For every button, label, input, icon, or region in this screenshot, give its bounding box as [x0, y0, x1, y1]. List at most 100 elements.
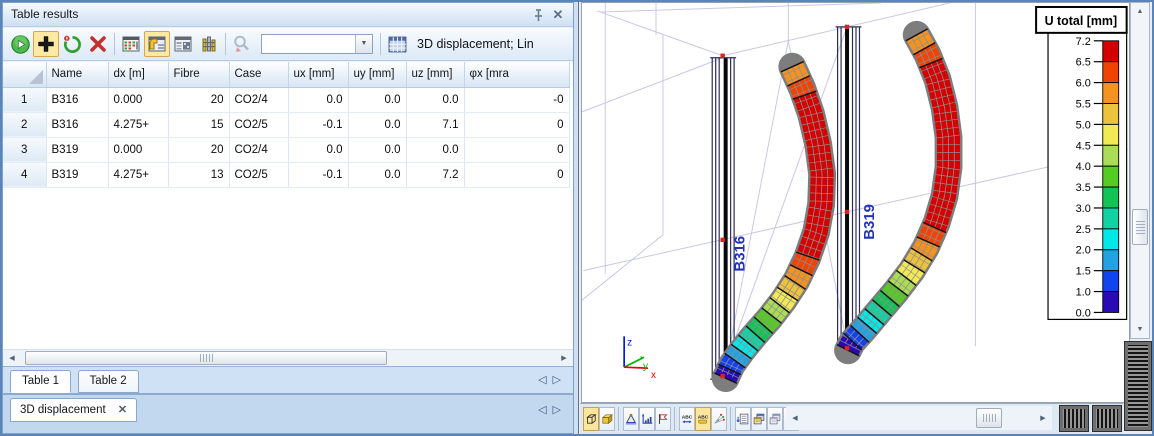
show-supports-button[interactable]: [623, 407, 639, 431]
cell-case[interactable]: CO2/4: [229, 87, 289, 113]
beam-label-b319[interactable]: B319: [861, 204, 878, 240]
group-columns-button[interactable]: [196, 31, 222, 57]
search-button[interactable]: [229, 31, 255, 57]
cell-name[interactable]: B316: [46, 87, 109, 113]
select-all-corner[interactable]: [3, 62, 47, 88]
nav-left-icon[interactable]: ◁: [538, 374, 552, 386]
col-header-name[interactable]: Name: [46, 62, 109, 88]
col-header-fibre[interactable]: Fibre: [168, 62, 230, 88]
nav-right-icon[interactable]: ▷: [553, 404, 567, 416]
vertical-splitter-handle[interactable]: [1124, 341, 1152, 431]
tab-3d-displacement[interactable]: 3D displacement ✕: [10, 398, 138, 422]
minimized-window-handle[interactable]: [1092, 405, 1122, 432]
cell-dx[interactable]: 4.275+: [108, 112, 169, 138]
col-header-uy[interactable]: uy [mm]: [348, 62, 407, 88]
tab-nav-arrows[interactable]: ◁▷: [538, 373, 567, 386]
cell-ux[interactable]: -0.1: [288, 162, 349, 188]
cell-uz[interactable]: 7.2: [406, 162, 465, 188]
pin-icon[interactable]: [529, 6, 547, 24]
table-window-button[interactable]: [751, 407, 767, 431]
doc-nav-arrows[interactable]: ◁▷: [538, 403, 567, 416]
preview-report-button[interactable]: [735, 407, 751, 431]
tab-table-2[interactable]: Table 2: [77, 370, 139, 393]
render-wireframe-button[interactable]: [583, 407, 599, 431]
close-icon[interactable]: ✕: [549, 6, 567, 24]
col-header-dx[interactable]: dx [m]: [108, 62, 169, 88]
scroll-right-icon[interactable]: ▶: [1035, 411, 1051, 425]
col-header-uz[interactable]: uz [mm]: [406, 62, 465, 88]
cell-ux[interactable]: -0.1: [288, 112, 349, 138]
row-number[interactable]: 3: [3, 137, 47, 163]
table-window-2-button[interactable]: [767, 407, 783, 431]
scroll-left-icon[interactable]: ◀: [4, 351, 20, 365]
cell-phix[interactable]: 0: [464, 112, 570, 138]
cell-phix[interactable]: -0: [464, 87, 570, 113]
table-row[interactable]: 2 B316 4.275+ 15 CO2/5 -0.1 0.0 7.1 0: [3, 112, 570, 138]
row-number[interactable]: 2: [3, 112, 47, 138]
table-layout-button[interactable]: [144, 31, 170, 57]
cell-dx[interactable]: 0.000: [108, 137, 169, 163]
show-descriptions-button[interactable]: ABC: [679, 407, 695, 431]
cell-ux[interactable]: 0.0: [288, 137, 349, 163]
table-style-button[interactable]: [170, 31, 196, 57]
show-labels-button[interactable]: ABC: [695, 407, 711, 431]
cell-phix[interactable]: 0: [464, 137, 570, 163]
col-header-phix[interactable]: φx [mra: [464, 62, 570, 88]
cell-uy[interactable]: 0.0: [348, 112, 407, 138]
beam-label-b316[interactable]: B316: [732, 236, 749, 272]
tab-close-icon[interactable]: ✕: [118, 404, 127, 416]
filter-combobox[interactable]: ▼: [261, 34, 373, 54]
row-number[interactable]: 1: [3, 87, 47, 113]
cell-name[interactable]: B319: [46, 162, 109, 188]
table-row[interactable]: 1 B316 0.000 20 CO2/4 0.0 0.0 0.0 -0: [3, 87, 570, 113]
tab-table-1[interactable]: Table 1: [10, 370, 72, 393]
active-table-button[interactable]: [384, 31, 410, 57]
scroll-down-icon[interactable]: ▼: [1132, 322, 1148, 337]
add-table-button[interactable]: [33, 31, 59, 57]
scrollbar-thumb[interactable]: [25, 351, 387, 365]
chevron-down-icon[interactable]: ▼: [355, 35, 372, 53]
cell-name[interactable]: B319: [46, 137, 109, 163]
render-solid-button[interactable]: [599, 407, 615, 431]
cell-case[interactable]: CO2/4: [229, 137, 289, 163]
cell-uy[interactable]: 0.0: [348, 162, 407, 188]
cell-fibre[interactable]: 20: [168, 87, 230, 113]
cell-fibre[interactable]: 20: [168, 137, 230, 163]
cell-case[interactable]: CO2/5: [229, 112, 289, 138]
scroll-up-icon[interactable]: ▲: [1132, 4, 1148, 19]
table-horizontal-scrollbar[interactable]: ◀ ▶: [3, 349, 573, 366]
cell-uz[interactable]: 0.0: [406, 87, 465, 113]
scrollbar-thumb[interactable]: [976, 408, 1002, 428]
cell-phix[interactable]: 0: [464, 162, 570, 188]
cell-uz[interactable]: 7.1: [406, 112, 465, 138]
viewport-horizontal-scrollbar[interactable]: ◀ ▶: [786, 406, 1052, 430]
scrollbar-thumb[interactable]: [1132, 209, 1148, 245]
cell-uz[interactable]: 0.0: [406, 137, 465, 163]
cell-dx[interactable]: 0.000: [108, 87, 169, 113]
show-loads-button[interactable]: [639, 407, 655, 431]
delete-button[interactable]: [85, 31, 111, 57]
cell-fibre[interactable]: 13: [168, 162, 230, 188]
nav-right-icon[interactable]: ▷: [553, 374, 567, 386]
header-row[interactable]: Name dx [m] Fibre Case ux [mm] uy [mm] u…: [3, 62, 570, 88]
cell-fibre[interactable]: 15: [168, 112, 230, 138]
cell-uy[interactable]: 0.0: [348, 137, 407, 163]
cell-case[interactable]: CO2/5: [229, 162, 289, 188]
row-number[interactable]: 4: [3, 162, 47, 188]
scroll-left-icon[interactable]: ◀: [787, 411, 803, 425]
table-composer-button[interactable]: [118, 31, 144, 57]
scroll-right-icon[interactable]: ▶: [556, 351, 572, 365]
panel-titlebar[interactable]: Table results ✕: [3, 3, 573, 27]
refresh-button[interactable]: [59, 31, 85, 57]
run-refresh-button[interactable]: [7, 31, 33, 57]
table-row[interactable]: 4 B319 4.275+ 13 CO2/5 -0.1 0.0 7.2 0: [3, 162, 570, 188]
col-header-case[interactable]: Case: [229, 62, 289, 88]
show-model-data-button[interactable]: [655, 407, 671, 431]
minimized-window-handle[interactable]: [1059, 405, 1089, 432]
cell-name[interactable]: B316: [46, 112, 109, 138]
3d-viewport[interactable]: B316 B319 z y x 7.2 6.5 6.0 5.5 5.0 4.5 4.0 3.5…: [581, 2, 1130, 403]
table-row[interactable]: 3 B319 0.000 20 CO2/4 0.0 0.0 0.0 0: [3, 137, 570, 163]
viewport-vertical-scrollbar[interactable]: ▲ ▼: [1130, 2, 1150, 339]
nav-left-icon[interactable]: ◁: [538, 404, 552, 416]
results-on-mesh-button[interactable]: [711, 407, 727, 431]
